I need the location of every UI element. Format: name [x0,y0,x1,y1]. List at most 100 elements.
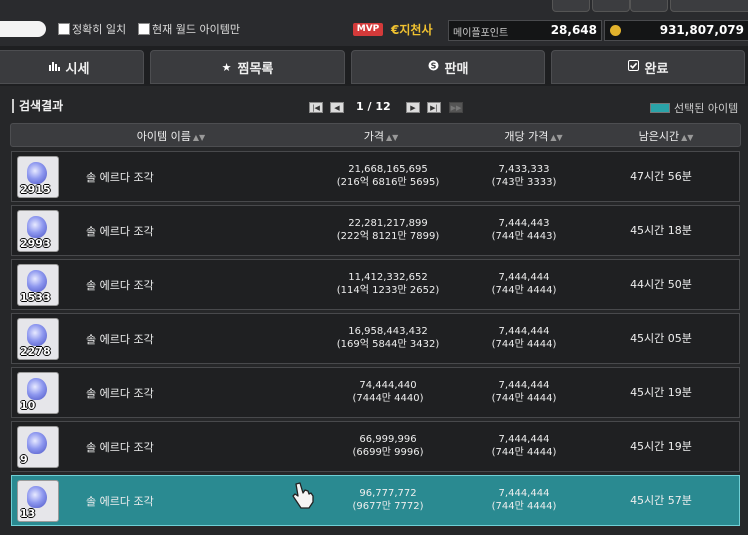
column-unit-price-label: 개당 가격 [504,130,549,143]
hand-cursor-icon [292,482,316,510]
unit-price-korean: (744만 4444) [491,339,557,350]
tab-sell-label: 판매 [444,61,469,77]
unit-price-korean: (743만 3333) [491,177,557,188]
price-cell: 74,444,440 (7444만 4440) [308,379,468,405]
last-page-button[interactable]: ▶| [427,102,441,113]
sol-erda-fragment-icon [27,270,47,292]
unit-price-cell: 7,444,443 (744만 4443) [462,217,586,243]
table-row[interactable]: 13 솔 에르다 조각 96,777,772 (9677만 7772) 7,444,44… [11,475,740,526]
sort-icon: ▲▼ [550,133,563,142]
price-value: 21,668,165,695 [348,164,428,175]
search-input[interactable] [0,21,46,37]
menu-icon-button-4[interactable] [670,0,748,12]
column-price-label: 가격 [363,130,384,143]
unit-price-cell: 7,444,444 (744만 4444) [462,379,586,405]
column-header-unit-price[interactable]: 개당 가격 ▲▼ [486,128,581,144]
table-row[interactable]: 10 솔 에르다 조각 74,444,440 (7444만 4440) 7,444,44… [11,367,740,418]
menu-icon-button-1[interactable] [552,0,590,12]
menu-icon-button-3[interactable] [630,0,668,12]
price-value: 22,281,217,899 [348,218,428,229]
item-name: 솔 에르다 조각 [86,333,154,346]
unit-price-korean: (744만 4444) [491,393,557,404]
unit-price-value: 7,433,333 [498,164,550,175]
item-name: 솔 에르다 조각 [86,225,154,238]
server-name: 지천사 [399,23,433,37]
current-world-label: 현재 월드 아이템만 [152,23,240,36]
table-row[interactable]: 1533 솔 에르다 조각 11,412,332,652 (114억 1233만 26… [11,259,740,310]
sort-icon: ▲▼ [681,133,694,142]
price-korean: (169억 5844만 3432) [336,339,440,350]
checkbox-icon [627,60,639,74]
column-header-name[interactable]: 아이템 이름 ▲▼ [111,128,231,144]
sol-erda-fragment-icon [27,378,47,400]
tab-sell[interactable]: S 판매 [351,50,545,84]
unit-price-cell: 7,444,444 (744만 4444) [462,433,586,459]
meso-value: 931,807,079 [659,23,744,37]
exact-match-label: 정확히 일치 [72,23,127,36]
item-thumbnail: 1533 [17,264,59,306]
star-icon: ★ [221,60,232,74]
selected-legend-label: 선택된 아이템 [674,102,739,115]
maple-points-label: 메이플포인트 [453,28,509,39]
unit-price-cell: 7,444,444 (744만 4444) [462,271,586,297]
unit-price-value: 7,444,444 [498,326,550,337]
price-cell: 21,668,165,695 (216억 6816만 5695) [308,163,468,189]
sol-erda-fragment-icon [27,162,47,184]
time-left-cell: 45시간 57분 [630,494,692,507]
item-thumbnail: 13 [17,480,59,522]
item-name: 솔 에르다 조각 [86,495,154,508]
unit-price-value: 7,444,444 [498,380,550,391]
results-title: 검색결과 [12,99,63,113]
unit-price-cell: 7,433,333 (743만 3333) [462,163,586,189]
maple-points-display: 메이플포인트 28,648 [448,20,602,41]
unit-price-value: 7,444,443 [498,218,550,229]
item-thumbnail: 2915 [17,156,59,198]
skip-pages-button[interactable]: ▶▶ [449,102,463,113]
price-cell: 22,281,217,899 (222억 8121만 7899) [308,217,468,243]
next-page-button[interactable]: ▶ [406,102,420,113]
table-row[interactable]: 2278 솔 에르다 조각 16,958,443,432 (169억 5844만 34… [11,313,740,364]
time-left-cell: 45시간 05분 [630,332,692,345]
item-name: 솔 에르다 조각 [86,387,154,400]
sol-erda-fragment-icon [27,216,47,238]
time-left-cell: 47시간 56분 [630,170,692,183]
current-world-checkbox[interactable] [138,23,150,35]
prev-page-button[interactable]: ◀ [330,102,344,113]
item-quantity: 1533 [20,291,51,304]
unit-price-korean: (744만 4444) [491,285,557,296]
maple-points-value: 28,648 [550,23,597,37]
time-left-cell: 44시간 50분 [630,278,692,291]
item-quantity: 2278 [20,345,51,358]
table-row[interactable]: 2993 솔 에르다 조각 22,281,217,899 (222억 8121만 78… [11,205,740,256]
column-name-label: 아이템 이름 [136,130,191,143]
tab-price-info-label: 시세 [65,61,90,77]
tab-wishlist[interactable]: ★ 찜목록 [150,50,345,84]
table-header: 아이템 이름 ▲▼ 가격 ▲▼ 개당 가격 ▲▼ 남은시간 ▲▼ [10,123,741,147]
item-thumbnail: 2993 [17,210,59,252]
column-time-label: 남은시간 [638,130,680,143]
price-value: 11,412,332,652 [348,272,428,283]
tab-completed[interactable]: 완료 [551,50,745,84]
first-page-button[interactable]: |◀ [309,102,323,113]
tab-price-info[interactable]: 시세 [0,50,144,84]
time-left-cell: 45시간 18분 [630,224,692,237]
sort-icon: ▲▼ [385,133,399,142]
table-row[interactable]: 2915 솔 에르다 조각 21,668,165,695 (216억 6816만 56… [11,151,740,202]
sort-icon: ▲▼ [192,133,206,142]
price-korean: (6699만 9996) [352,447,424,458]
page-separator: / [367,100,372,113]
item-quantity: 13 [20,507,36,520]
table-row[interactable]: 9 솔 에르다 조각 66,999,996 (6699만 9996) 7,444,444… [11,421,740,472]
unit-price-value: 7,444,444 [498,488,550,499]
tab-completed-label: 완료 [644,61,669,77]
column-header-price[interactable]: 가격 ▲▼ [341,128,421,144]
price-value: 66,999,996 [359,434,417,445]
time-left-cell: 45시간 19분 [630,440,692,453]
item-name: 솔 에르다 조각 [86,279,154,292]
exact-match-checkbox[interactable] [58,23,70,35]
menu-icon-button-2[interactable] [592,0,630,12]
coin-icon: S [428,60,439,74]
column-header-time-left[interactable]: 남은시간 ▲▼ [621,128,711,144]
server-indicator: €지천사 [391,21,432,38]
sol-erda-fragment-icon [27,486,47,508]
